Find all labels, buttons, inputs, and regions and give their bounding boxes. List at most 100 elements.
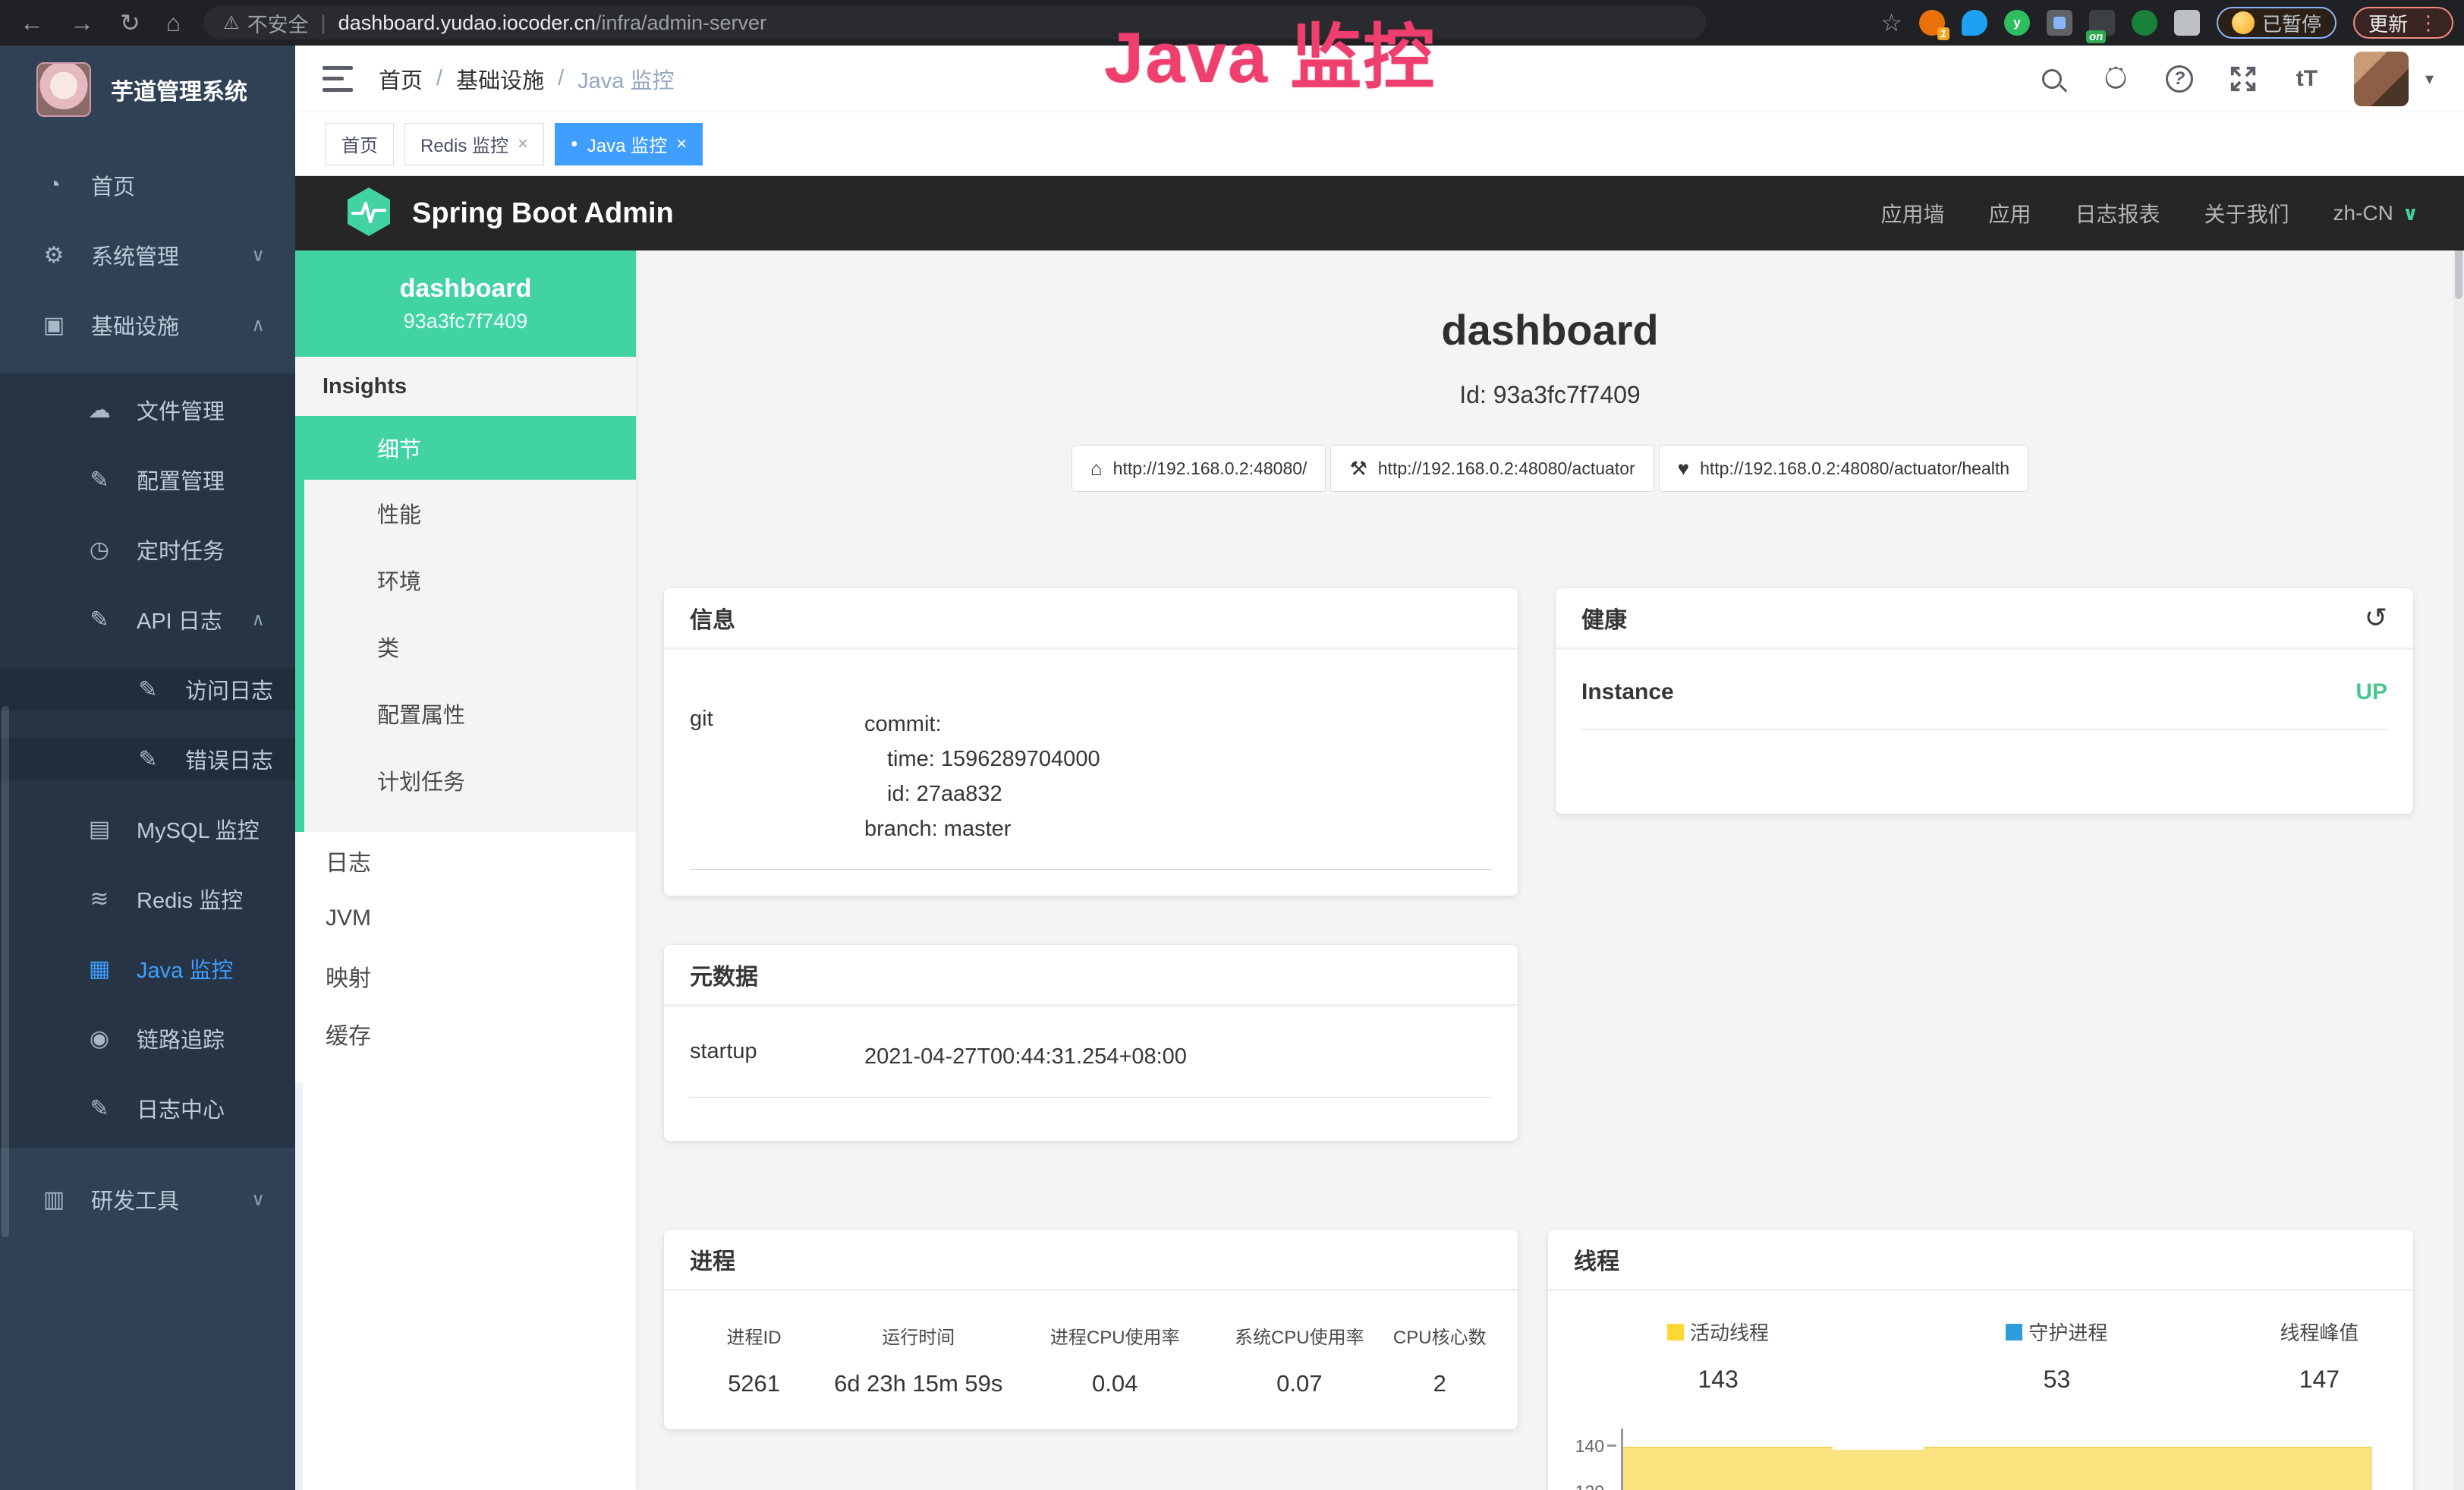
browser-reload-icon[interactable]: ↻ <box>120 8 140 37</box>
sba-item-logfile[interactable]: 日志 <box>295 832 636 890</box>
sidebar-item-access-log[interactable]: ✎ 访问日志 <box>0 668 295 710</box>
sidebar-item-dev-tools[interactable]: ▥ 研发工具 ∨ <box>0 1178 295 1221</box>
profile-paused-badge[interactable]: 已暂停 <box>2217 7 2337 39</box>
extension-orange-icon[interactable]: 1 <box>1919 10 1945 36</box>
edit-icon: ✎ <box>85 467 114 493</box>
sidebar-item-files[interactable]: ☁ 文件管理 <box>0 389 295 431</box>
annotation-java-monitor: Java 监控 <box>1104 0 1436 103</box>
sba-link-about[interactable]: 关于我们 <box>2204 198 2289 228</box>
tag-home[interactable]: 首页 <box>326 123 394 165</box>
process-card: 进程 进程ID5261 运行时间6d 23h 15m 59s 进程CPU使用率0… <box>664 1230 1518 1429</box>
infra-submenu: ☁ 文件管理 ✎ 配置管理 ◷ 定时任务 ✎ API 日志 ∧ ✎ <box>0 373 295 1148</box>
sidebar-item-mysql[interactable]: ▤ MySQL 监控 <box>0 808 295 850</box>
info-card: 信息 git commit: time: 1596289704000 id: 2… <box>664 588 1518 896</box>
daemon-threads-value: 53 <box>1879 1366 2235 1394</box>
user-avatar[interactable] <box>2354 52 2409 106</box>
spring-boot-admin-logo <box>345 187 392 241</box>
sba-item-scheduled-tasks[interactable]: 计划任务 <box>304 747 636 814</box>
sba-item-classes[interactable]: 类 <box>304 613 636 680</box>
extensions-puzzle-icon[interactable] <box>2174 10 2200 36</box>
metadata-startup-row: startup 2021-04-27T00:44:31.254+08:00 <box>690 1039 1492 1098</box>
metadata-card: 元数据 startup 2021-04-27T00:44:31.254+08:0… <box>664 945 1518 1141</box>
info-git-row: git commit: time: 1596289704000 id: 27aa… <box>690 707 1492 870</box>
address-bar[interactable]: ⚠ 不安全 | dashboard.yudao.iocoder.cn /infr… <box>203 6 1706 39</box>
sidebar-item-error-log[interactable]: ✎ 错误日志 <box>0 738 295 780</box>
log-center-icon: ✎ <box>85 1095 114 1122</box>
sidebar-item-trace[interactable]: ◉ 链路追踪 <box>0 1017 295 1060</box>
endpoint-health-button[interactable]: ♥ http://192.168.0.2:48080/actuator/heal… <box>1659 445 2028 492</box>
browser-menu-icon[interactable]: ⋮ <box>2418 11 2438 35</box>
tag-java-monitor[interactable]: ● Java 监控 × <box>555 123 703 165</box>
bookmark-star-icon[interactable]: ☆ <box>1880 8 1902 37</box>
close-icon[interactable]: × <box>518 134 528 155</box>
sba-sidebar: dashboard 93a3fc7f7409 Insights 细节 性能 环境… <box>295 250 636 1490</box>
health-instance-row: Instance UP <box>1581 679 2387 730</box>
health-card-title: 健康 <box>1581 601 1627 635</box>
breadcrumb-current: Java 监控 <box>577 63 674 95</box>
page-scrollbar[interactable] <box>2453 46 2464 1490</box>
extension-grid-icon[interactable] <box>2047 10 2072 36</box>
sba-item-metrics[interactable]: 性能 <box>304 480 636 547</box>
endpoint-home-button[interactable]: ⌂ http://192.168.0.2:48080/ <box>1072 445 1326 492</box>
github-icon[interactable] <box>2099 62 2132 96</box>
peak-threads-value: 147 <box>2235 1366 2404 1394</box>
sba-item-caches[interactable]: 缓存 <box>295 1005 636 1063</box>
extension-leaf-icon[interactable] <box>2132 10 2157 36</box>
sba-insights-section: Insights 细节 性能 环境 类 配置属性 计划任务 <box>295 357 636 832</box>
sba-link-wallboard[interactable]: 应用墙 <box>1880 198 1944 228</box>
tag-redis-monitor[interactable]: Redis 监控 × <box>404 123 544 165</box>
extension-pin-icon[interactable] <box>1962 10 1987 36</box>
sba-item-environment[interactable]: 环境 <box>304 547 636 613</box>
access-log-icon: ✎ <box>134 676 162 703</box>
api-log-icon: ✎ <box>85 606 114 633</box>
extension-green-icon[interactable]: y <box>2004 10 2030 36</box>
extension-switch-icon[interactable]: on <box>2089 10 2115 36</box>
sidebar-item-system[interactable]: ⚙ 系统管理 ∨ <box>0 234 295 276</box>
sba-item-jvm[interactable]: JVM <box>295 890 636 947</box>
search-icon[interactable] <box>2035 62 2069 96</box>
sidebar-item-config[interactable]: ✎ 配置管理 <box>0 458 295 501</box>
sidebar-item-api-log[interactable]: ✎ API 日志 ∧ <box>0 598 295 641</box>
browser-home-icon[interactable]: ⌂ <box>166 9 181 37</box>
browser-back-icon[interactable]: ← <box>20 9 44 37</box>
avatar-caret-icon[interactable]: ▾ <box>2425 69 2434 89</box>
browser-forward-icon[interactable]: → <box>70 9 94 37</box>
breadcrumb-infra[interactable]: 基础设施 <box>456 63 544 95</box>
sidebar-item-redis[interactable]: ≋ Redis 监控 <box>0 877 295 920</box>
sidebar-item-java-monitor[interactable]: ▦ Java 监控 <box>0 947 295 990</box>
sidebar-scrollbar[interactable] <box>2 706 9 1237</box>
sidebar-item-home[interactable]: ◔ 首页 <box>0 164 295 206</box>
mysql-icon: ▤ <box>85 816 114 843</box>
metadata-card-title: 元数据 <box>690 958 758 991</box>
history-icon[interactable]: ↺ <box>2365 602 2387 634</box>
sba-link-journal[interactable]: 日志报表 <box>2075 198 2160 228</box>
sba-instance-header: dashboard 93a3fc7f7409 <box>295 250 636 357</box>
infrastructure-icon: ▣ <box>39 312 68 339</box>
threads-card-title: 线程 <box>1574 1243 1619 1276</box>
sba-item-mappings[interactable]: 映射 <box>295 947 636 1005</box>
sba-item-configprops[interactable]: 配置属性 <box>304 680 636 747</box>
help-icon[interactable]: ? <box>2163 62 2196 96</box>
sidebar-item-infra[interactable]: ▣ 基础设施 ∧ <box>0 304 295 346</box>
sidebar-menu: ◔ 首页 ⚙ 系统管理 ∨ ▣ 基础设施 ∧ ☁ 文件管理 ✎ 配置管 <box>0 164 295 1221</box>
font-size-icon[interactable]: tT <box>2290 62 2324 96</box>
hamburger-icon[interactable] <box>323 66 353 92</box>
chrome-update-button[interactable]: 更新⋮ <box>2353 7 2453 39</box>
close-icon[interactable]: × <box>676 134 687 155</box>
trace-icon: ◉ <box>85 1025 114 1052</box>
fullscreen-icon[interactable] <box>2226 62 2260 96</box>
sba-item-details[interactable]: 细节 <box>304 416 636 480</box>
sidebar-item-log-center[interactable]: ✎ 日志中心 <box>0 1087 295 1129</box>
sba-link-applications[interactable]: 应用 <box>1988 198 2031 228</box>
omnibox-divider: | <box>321 11 326 35</box>
sidebar-item-jobs[interactable]: ◷ 定时任务 <box>0 528 295 571</box>
chevron-down-icon: ∨ <box>251 1189 265 1211</box>
dashboard-icon: ◔ <box>39 172 68 198</box>
locale-select[interactable]: zh-CN ∨ <box>2333 201 2418 225</box>
error-log-icon: ✎ <box>134 746 162 773</box>
breadcrumb-home[interactable]: 首页 <box>379 63 423 95</box>
threads-chart: 140 120 100 <box>1557 1424 2404 1490</box>
threads-card: 线程 活动线程 143 守护进程 53 线程峰值 147 <box>1548 1230 2413 1490</box>
url-domain: dashboard.yudao.iocoder.cn <box>338 11 596 35</box>
endpoint-actuator-button[interactable]: ⚒ http://192.168.0.2:48080/actuator <box>1330 445 1654 492</box>
